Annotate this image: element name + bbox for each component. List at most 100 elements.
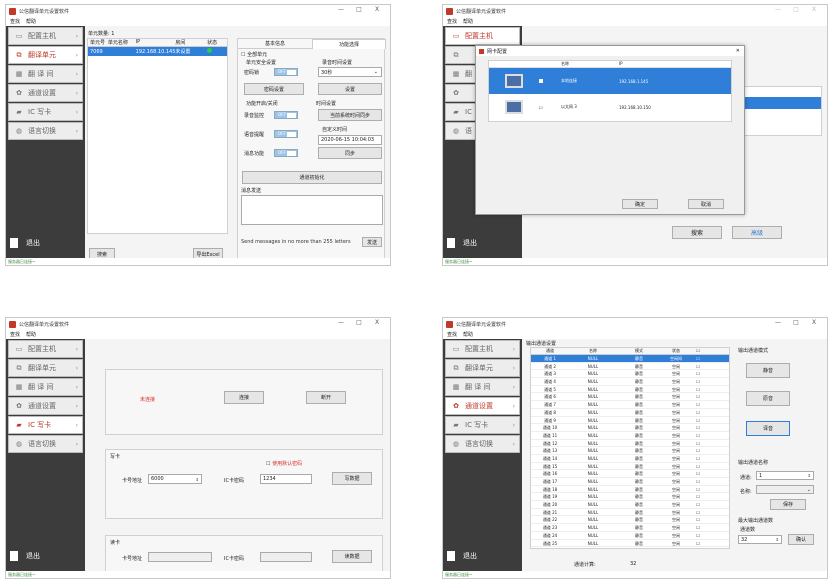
table-row[interactable]: 通道 4 NULL 静音 空闲 ☐ bbox=[531, 378, 729, 386]
table-row[interactable]: 通道 18 NULL 静音 空闲 ☐ bbox=[531, 486, 729, 494]
row-checkbox[interactable]: ☐ bbox=[691, 470, 705, 477]
sidebar-item-host[interactable]: ▭ 配置主机 › bbox=[8, 27, 83, 45]
table-row[interactable]: ☐ 以太网 3 192.168.10.150 bbox=[489, 94, 731, 120]
table-row[interactable]: 通道 13 NULL 静音 空闲 ☐ bbox=[531, 447, 729, 455]
table-row[interactable]: 7069 192.168.10.145 未设置 bbox=[88, 47, 227, 56]
row-checkbox[interactable]: ☐ bbox=[691, 432, 705, 439]
mute-button[interactable]: 静音 bbox=[746, 363, 790, 378]
row-checkbox[interactable]: ☐ bbox=[691, 393, 705, 400]
row-checkbox[interactable]: ☐ bbox=[691, 440, 705, 447]
row-checkbox[interactable]: ☐ bbox=[691, 486, 705, 493]
exit-button[interactable]: 退出 bbox=[10, 234, 80, 252]
table-row[interactable]: 通道 5 NULL 静音 空闲 ☐ bbox=[531, 386, 729, 394]
sync-system-time-button[interactable]: 当前系统时间同步 bbox=[318, 109, 382, 121]
all-units-checkbox[interactable]: ☐ 全部单元 bbox=[241, 51, 267, 58]
close-button[interactable]: X bbox=[370, 319, 384, 326]
sidebar-item-language[interactable]: ◍ 语言切换 › bbox=[445, 435, 520, 453]
exit-button[interactable]: 退出 bbox=[10, 547, 80, 565]
message-toggle[interactable]: OFF bbox=[274, 149, 298, 157]
row-checkbox[interactable]: ☐ bbox=[691, 455, 705, 462]
search-button[interactable]: 搜索 bbox=[672, 226, 722, 239]
sidebar-item-host[interactable]: ▭ 配置主机 bbox=[445, 27, 520, 45]
read-password-input[interactable] bbox=[260, 552, 312, 562]
table-row[interactable]: 通道 23 NULL 静音 空闲 ☐ bbox=[531, 524, 729, 532]
row-checkbox[interactable]: ☐ bbox=[691, 355, 705, 362]
save-button[interactable]: 保存 bbox=[770, 499, 806, 510]
table-row[interactable]: 通道 25 NULL 静音 空闲 ☐ bbox=[531, 540, 729, 548]
minimize-button[interactable]: — bbox=[334, 6, 348, 13]
ic-password-input[interactable]: 1234 bbox=[260, 474, 312, 484]
table-row[interactable]: 通道 22 NULL 静音 空闲 ☐ bbox=[531, 516, 729, 525]
channel-spinner[interactable]: 1 ⇕ bbox=[756, 471, 814, 480]
sidebar-item-host[interactable]: ▭ 配置主机 › bbox=[8, 340, 83, 358]
card-address-input[interactable]: 6000 ⇕ bbox=[148, 474, 202, 484]
row-checkbox[interactable]: ☐ bbox=[691, 509, 705, 516]
maximize-button[interactable]: □ bbox=[352, 319, 366, 326]
send-button[interactable]: 发送 bbox=[362, 237, 382, 247]
spinner-icon[interactable]: ⇕ bbox=[776, 537, 779, 542]
row-checkbox[interactable]: ☐ bbox=[691, 386, 705, 393]
row-checkbox[interactable]: ☐ bbox=[691, 424, 705, 431]
row-checkbox[interactable]: ☐ bbox=[691, 493, 705, 500]
voice-toggle[interactable]: OFF bbox=[274, 130, 298, 138]
disconnect-button[interactable]: 断开 bbox=[306, 391, 346, 404]
minimize-button[interactable]: — bbox=[771, 319, 785, 326]
row-checkbox[interactable]: ☐ bbox=[691, 478, 705, 485]
maximize-button[interactable]: □ bbox=[352, 6, 366, 13]
sidebar-item-booth[interactable]: ▦ 翻 译 间 › bbox=[445, 378, 520, 396]
close-icon[interactable]: ✕ bbox=[736, 48, 740, 54]
row-checkbox[interactable]: ☐ bbox=[691, 540, 705, 547]
table-row[interactable]: 本地连接 192.168.1.145 bbox=[489, 68, 731, 94]
read-card-address-input[interactable] bbox=[148, 552, 212, 562]
connect-button[interactable]: 连接 bbox=[224, 391, 264, 404]
sidebar-item-unit[interactable]: ⧉ 翻译单元 › bbox=[445, 359, 520, 377]
row-checkbox[interactable] bbox=[539, 78, 561, 84]
channel-init-button[interactable]: 通道初始化 bbox=[242, 171, 382, 184]
table-row[interactable]: 通道 12 NULL 静音 空闲 ☐ bbox=[531, 440, 729, 448]
floor-button[interactable]: 原音 bbox=[746, 391, 790, 406]
sidebar-item-booth[interactable]: ▦ 翻 译 间 › bbox=[8, 65, 83, 83]
row-checkbox[interactable]: ☐ bbox=[691, 463, 705, 470]
sync-button[interactable]: 同步 bbox=[318, 147, 382, 159]
table-row[interactable]: 通道 8 NULL 静音 空闲 ☐ bbox=[531, 409, 729, 417]
sidebar-item-ic[interactable]: ▰ IC 写卡 › bbox=[8, 416, 83, 434]
advanced-button[interactable]: 高级 bbox=[732, 226, 782, 239]
menu-help[interactable]: 帮助 bbox=[463, 18, 473, 25]
menu-search[interactable]: 查找 bbox=[10, 331, 20, 338]
sidebar-item-channel[interactable]: ✿ 通道设置 › bbox=[8, 397, 83, 415]
row-checkbox[interactable]: ☐ bbox=[691, 447, 705, 454]
row-checkbox[interactable]: ☐ bbox=[691, 501, 705, 508]
spinner-icon[interactable]: ⇕ bbox=[808, 473, 811, 478]
table-row[interactable]: 通道 15 NULL 静音 空闲 ☐ bbox=[531, 463, 729, 471]
table-row[interactable]: 通道 19 NULL 静音 空闲 ☐ bbox=[531, 493, 729, 502]
write-data-button[interactable]: 写数据 bbox=[332, 472, 372, 485]
datetime-input[interactable]: 2020-06-15 10:04:03 bbox=[318, 135, 382, 145]
read-data-button[interactable]: 读数据 bbox=[332, 550, 372, 563]
table-row[interactable]: 通道 1 NULL 静音 空闲间 ☐ bbox=[531, 355, 729, 363]
row-checkbox[interactable]: ☐ bbox=[691, 524, 705, 531]
default-password-checkbox[interactable]: ☐ 使用默认密码 bbox=[266, 460, 302, 467]
table-row[interactable]: 通道 3 NULL 静音 空闲 ☐ bbox=[531, 370, 729, 379]
table-row[interactable]: 通道 11 NULL 静音 空闲 ☐ bbox=[531, 432, 729, 440]
name-select[interactable]: ⌄ bbox=[756, 485, 814, 494]
maximize-button[interactable]: □ bbox=[789, 319, 803, 326]
sidebar-item-language[interactable]: ◍ 语言切换 › bbox=[8, 122, 83, 140]
row-checkbox[interactable]: ☐ bbox=[691, 378, 705, 385]
menu-help[interactable]: 帮助 bbox=[26, 331, 36, 338]
record-toggle[interactable]: OFF bbox=[274, 111, 298, 119]
sidebar-item-host[interactable]: ▭ 配置主机 › bbox=[445, 340, 520, 358]
sidebar-item-language[interactable]: ◍ 语言切换 › bbox=[8, 435, 83, 453]
cancel-button[interactable]: 取消 bbox=[688, 199, 724, 209]
table-row[interactable]: 通道 16 NULL 静音 空闲 ☐ bbox=[531, 470, 729, 478]
menu-search[interactable]: 查找 bbox=[447, 331, 457, 338]
minimize-button[interactable]: — bbox=[771, 6, 785, 13]
sidebar-item-ic[interactable]: ▰ IC 写卡 › bbox=[8, 103, 83, 121]
minimize-button[interactable]: — bbox=[334, 319, 348, 326]
table-row[interactable]: 通道 17 NULL 静音 空闲 ☐ bbox=[531, 478, 729, 486]
sidebar-item-booth[interactable]: ▦ 翻 译 间 › bbox=[8, 378, 83, 396]
table-row[interactable]: 通道 20 NULL 静音 空闲 ☐ bbox=[531, 501, 729, 509]
password-toggle[interactable]: OFF bbox=[274, 68, 298, 76]
close-button[interactable]: X bbox=[807, 6, 821, 13]
table-row[interactable]: 通道 9 NULL 静音 空闲 ☐ bbox=[531, 417, 729, 425]
table-row[interactable]: 通道 2 NULL 静音 空闲 ☐ bbox=[531, 363, 729, 371]
